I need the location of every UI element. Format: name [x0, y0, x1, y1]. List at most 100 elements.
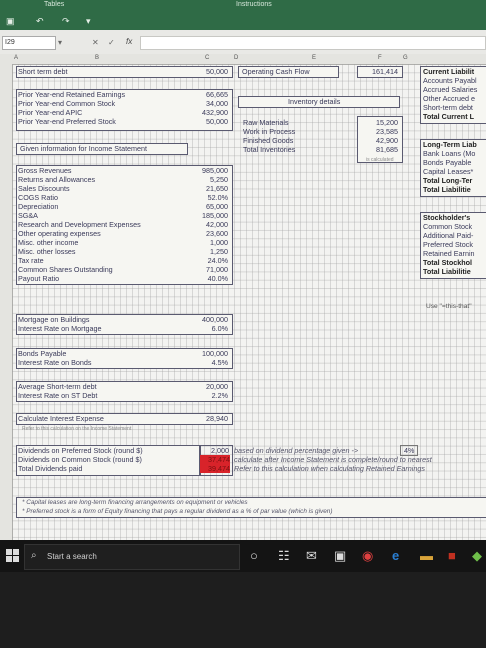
dividend-note: calculate after Income Statement is comp… — [234, 455, 432, 464]
income-input-label: Tax rate — [18, 256, 44, 265]
inventory-value[interactable]: 15,200 — [358, 118, 398, 127]
income-input-value[interactable]: 5,250 — [190, 175, 228, 184]
dividend-label: Total Dividends paid — [18, 464, 83, 473]
balance-sheet-label: Other Accrued e — [423, 94, 475, 103]
save-icon[interactable]: ▣ — [6, 16, 15, 27]
bonds-rate-value[interactable]: 4.5% — [190, 358, 228, 367]
name-box-dropdown-icon[interactable]: ▾ — [58, 38, 62, 47]
mortgage-rate-value[interactable]: 6.0% — [190, 324, 228, 333]
income-input-value[interactable]: 23,600 — [190, 229, 228, 238]
dividend-label: Dividends on Preferred Stock (round $) — [18, 446, 143, 455]
excel-window: Tables Instructions ▣ ↶ ↷ ▾ I29 ▾ ✕ ✓ fx… — [0, 0, 486, 572]
income-input-value[interactable]: 40.0% — [190, 274, 228, 283]
income-input-label: Gross Revenues — [18, 166, 72, 175]
st-debt-value[interactable]: 20,000 — [190, 382, 228, 391]
redo-icon[interactable]: ↷ — [62, 16, 70, 27]
app-icon[interactable]: ◆ — [472, 548, 482, 564]
balance-sheet-label: Additional Paid- — [423, 231, 474, 240]
income-input-label: Sales Discounts — [18, 184, 70, 193]
inventory-total-value[interactable]: 81,685 — [358, 145, 398, 154]
mortgage-value[interactable]: 400,000 — [190, 315, 228, 324]
bonds-label: Bonds Payable — [18, 349, 67, 358]
st-debt-rate-label: Interest Rate on ST Debt — [18, 391, 98, 400]
file-explorer-icon[interactable]: ▬ — [420, 548, 433, 563]
column-header[interactable]: C — [205, 55, 209, 61]
income-input-value[interactable]: 1,000 — [190, 238, 228, 247]
multitask-icon[interactable]: ☷ — [278, 548, 290, 564]
bonds-value[interactable]: 100,000 — [190, 349, 228, 358]
column-header[interactable]: A — [14, 55, 18, 61]
cancel-icon[interactable]: ✕ — [92, 38, 99, 47]
customize-toolbar-icon[interactable]: ▾ — [86, 16, 91, 27]
confirm-icon[interactable]: ✓ — [108, 38, 115, 47]
mortgage-rate-label: Interest Rate on Mortgage — [18, 324, 102, 333]
ocf-label: Operating Cash Flow — [242, 67, 310, 76]
income-input-value[interactable]: 985,000 — [190, 166, 228, 175]
income-input-value[interactable]: 65,000 — [190, 202, 228, 211]
prior-label: Prior Year-end Preferred Stock — [18, 117, 116, 126]
name-box[interactable]: I29 — [2, 36, 56, 50]
undo-icon[interactable]: ↶ — [36, 16, 44, 27]
windows-start-icon[interactable] — [6, 549, 20, 563]
insert-function-icon[interactable]: fx — [126, 37, 132, 46]
st-debt-rate-value[interactable]: 2.2% — [190, 391, 228, 400]
short-term-debt-label: Short term debt — [18, 67, 68, 76]
interest-label: Calculate Interest Expense — [18, 414, 104, 423]
inventory-label: Raw Materials — [243, 118, 289, 127]
store-icon[interactable]: ▣ — [334, 548, 346, 564]
prior-value[interactable]: 66,665 — [190, 90, 228, 99]
inventory-value[interactable]: 42,900 — [358, 136, 398, 145]
taskbar-search[interactable]: ⌕ Start a search — [24, 544, 240, 570]
inventory-value[interactable]: 23,585 — [358, 127, 398, 136]
dividend-value[interactable]: 2,000 — [200, 446, 229, 455]
interest-note: Refer to this calculation on the Income … — [22, 426, 132, 432]
inventory-label: Work in Process — [243, 127, 296, 136]
prior-value[interactable]: 432,900 — [190, 108, 228, 117]
income-input-value[interactable]: 185,000 — [190, 211, 228, 220]
prior-value[interactable]: 50,000 — [190, 117, 228, 126]
column-header[interactable]: D — [234, 55, 238, 61]
income-input-label: Payout Ratio — [18, 274, 60, 283]
footnote: * Capital leases are long-term financing… — [22, 499, 248, 506]
balance-sheet-label: Total Liabilitie — [423, 267, 471, 276]
ocf-value[interactable]: 161,414 — [358, 67, 398, 76]
balance-sheet-label: Common Stock — [423, 222, 473, 231]
column-header[interactable]: E — [312, 55, 316, 61]
income-input-value[interactable]: 24.0% — [190, 256, 228, 265]
balance-sheet-label: Preferred Stock — [423, 240, 473, 249]
calc-note: is calculated — [366, 157, 394, 163]
income-input-label: Depreciation — [18, 202, 59, 211]
mail-icon[interactable]: ✉ — [306, 548, 317, 564]
task-view-icon[interactable]: ○ — [250, 548, 258, 563]
income-input-value[interactable]: 52.0% — [190, 193, 228, 202]
office-icon[interactable]: ■ — [448, 548, 456, 563]
inventory-header: Inventory details — [288, 97, 341, 106]
dividend-value-common[interactable]: 37,474 — [200, 455, 230, 464]
formula-input[interactable] — [140, 36, 486, 50]
balance-sheet-label: Total Long-Ter — [423, 176, 473, 185]
income-input-value[interactable]: 1,250 — [190, 247, 228, 256]
short-term-debt-value[interactable]: 50,000 — [190, 67, 228, 76]
security-icon[interactable]: ◉ — [362, 548, 373, 564]
prior-label: Prior Year-end Common Stock — [18, 99, 116, 108]
use-formula-note: Use "=this-that" — [426, 303, 472, 310]
prior-value[interactable]: 34,000 — [190, 99, 228, 108]
income-input-value[interactable]: 21,650 — [190, 184, 228, 193]
income-input-value[interactable]: 71,000 — [190, 265, 228, 274]
interest-value[interactable]: 28,940 — [190, 414, 228, 423]
column-header[interactable]: G — [403, 55, 408, 61]
quick-access-toolbar: ▣ ↶ ↷ ▾ — [0, 14, 486, 30]
edge-browser-icon[interactable]: e — [392, 548, 399, 563]
st-debt-label: Average Short-term debt — [18, 382, 97, 391]
window-title: Tables — [44, 1, 65, 8]
dividend-note: Refer to this calculation when calculati… — [234, 464, 425, 473]
dividend-value-total[interactable]: 39,474 — [200, 464, 230, 473]
column-header[interactable]: B — [95, 55, 99, 61]
balance-sheet-label: Stockholder's — [423, 213, 471, 222]
column-header[interactable]: F — [378, 55, 382, 61]
income-input-label: COGS Ratio — [18, 193, 58, 202]
balance-sheet-label: Total Liabilitie — [423, 185, 471, 194]
balance-sheet-label: Total Stockhol — [423, 258, 472, 267]
income-input-value[interactable]: 42,000 — [190, 220, 228, 229]
prior-label: Prior Year-end Retained Earnings — [18, 90, 126, 99]
